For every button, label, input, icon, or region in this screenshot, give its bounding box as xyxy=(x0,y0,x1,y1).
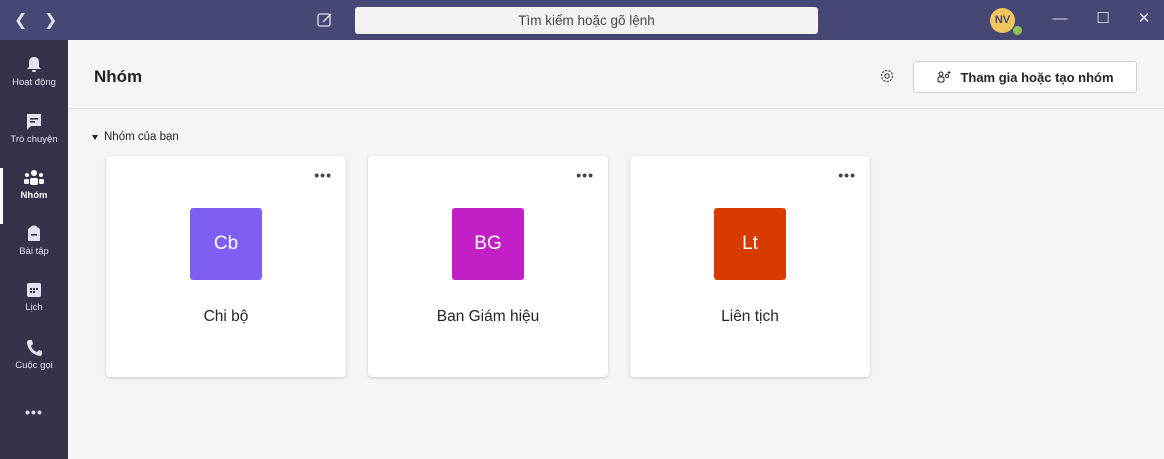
minimize-button[interactable]: — xyxy=(1050,9,1070,29)
section-label: Nhóm của bạn xyxy=(104,131,179,143)
rail-label: Nhóm xyxy=(20,190,48,201)
back-button[interactable]: ❮ xyxy=(14,10,27,30)
your-teams-section-toggle[interactable]: Nhóm của bạn xyxy=(92,131,179,143)
presence-available-icon xyxy=(1012,25,1023,36)
rail-label: Trò chuyện xyxy=(10,134,58,145)
add-team-icon xyxy=(937,71,951,83)
team-avatar: Lt xyxy=(714,208,786,280)
calendar-icon xyxy=(27,283,41,297)
forward-button[interactable]: ❯ xyxy=(44,10,57,30)
rail-item-activity[interactable]: Hoạt động xyxy=(0,55,68,111)
rail-item-calls[interactable]: Cuộc gọi xyxy=(0,338,68,394)
more-apps-button[interactable]: ••• xyxy=(0,404,68,459)
page-title: Nhóm xyxy=(94,67,143,86)
app-rail: Hoạt động Trò chuyện Nhóm Bài tập Lịch C… xyxy=(0,40,68,459)
more-options-icon[interactable]: ••• xyxy=(576,168,594,182)
maximize-button[interactable]: ☐ xyxy=(1093,9,1113,29)
search-input[interactable]: Tìm kiếm hoặc gõ lệnh xyxy=(355,7,818,34)
title-bar: ❮ ❯ Tìm kiếm hoặc gõ lệnh NV — ☐ ✕ xyxy=(0,0,1164,40)
rail-item-teams[interactable]: Nhóm xyxy=(0,168,68,224)
more-options-icon[interactable]: ••• xyxy=(838,168,856,182)
team-name: Liên tịch xyxy=(721,308,779,325)
join-button-label: Tham gia hoặc tạo nhóm xyxy=(960,69,1114,85)
join-or-create-team-button[interactable]: Tham gia hoặc tạo nhóm xyxy=(913,61,1137,93)
rail-label: Hoạt động xyxy=(12,77,56,88)
more-options-icon[interactable]: ••• xyxy=(314,168,332,182)
gear-icon[interactable] xyxy=(878,67,896,85)
bell-icon xyxy=(27,57,41,72)
team-avatar: Cb xyxy=(190,208,262,280)
compose-icon[interactable] xyxy=(316,11,334,29)
team-avatar: BG xyxy=(452,208,524,280)
rail-item-chat[interactable]: Trò chuyện xyxy=(0,112,68,168)
team-card[interactable]: ••• Cb Chi bộ xyxy=(106,156,346,377)
rail-item-assignments[interactable]: Bài tập xyxy=(0,224,68,280)
team-name: Ban Giám hiệu xyxy=(436,308,540,325)
rail-label: Cuộc gọi xyxy=(15,360,53,371)
rail-label: Bài tập xyxy=(19,246,49,257)
backpack-icon xyxy=(28,225,40,241)
chat-icon xyxy=(27,114,41,130)
caret-down-icon xyxy=(92,134,98,140)
team-card[interactable]: ••• Lt Liên tịch xyxy=(630,156,870,377)
teams-icon xyxy=(24,170,44,185)
team-name: Chi bộ xyxy=(203,308,249,325)
close-button[interactable]: ✕ xyxy=(1134,9,1154,29)
page-header: Nhóm Tham gia hoặc tạo nhóm xyxy=(68,40,1164,109)
team-card[interactable]: ••• BG Ban Giám hiệu xyxy=(368,156,608,377)
rail-label: Lịch xyxy=(25,302,43,313)
active-indicator xyxy=(0,168,3,224)
rail-item-calendar[interactable]: Lịch xyxy=(0,280,68,336)
phone-icon xyxy=(27,340,42,356)
